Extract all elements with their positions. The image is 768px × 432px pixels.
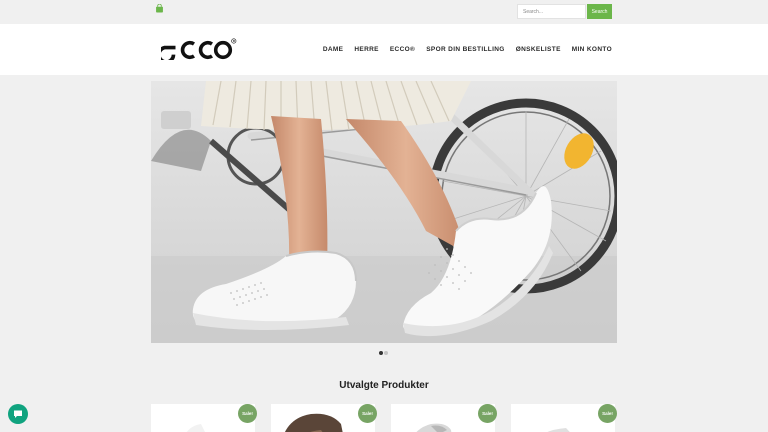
hero-slider[interactable] [151,81,617,343]
ecco-logo[interactable]: R [161,36,237,60]
nav-item-track-order[interactable]: SPOR DIN BESTILLING [426,46,505,53]
nav-item-my-account[interactable]: MIN KONTO [572,46,612,53]
shopping-bag-icon[interactable] [155,4,164,13]
sale-badge: Sale! [238,404,257,423]
search-input[interactable] [517,4,586,19]
nav-item-dame[interactable]: DAME [323,46,344,53]
hero-image [151,81,617,343]
chat-button[interactable] [8,404,28,424]
top-bar: Search [0,0,768,24]
search-button[interactable]: Search [587,4,612,19]
slider-dot-1[interactable] [379,351,383,355]
slider-dots [379,351,388,355]
site-header: R DAME HERRE ECCO® SPOR DIN BESTILLING Ø… [0,24,768,75]
nav-item-herre[interactable]: HERRE [354,46,379,53]
sale-badge: Sale! [598,404,617,423]
chat-icon [14,410,22,418]
nav-item-ecco[interactable]: ECCO® [390,46,415,53]
slider-dot-2[interactable] [384,351,388,355]
product-card[interactable]: Sale! [391,404,497,432]
sale-badge: Sale! [358,404,377,423]
sale-badge: Sale! [478,404,497,423]
product-card[interactable]: Sale! [511,404,617,432]
product-card[interactable]: Sale! [151,404,257,432]
featured-products-title: Utvalgte Produkter [339,380,429,391]
nav-item-wishlist[interactable]: ØNSKELISTE [516,46,561,53]
main-nav: DAME HERRE ECCO® SPOR DIN BESTILLING ØNS… [323,46,612,53]
product-card[interactable]: Sale! [271,404,377,432]
